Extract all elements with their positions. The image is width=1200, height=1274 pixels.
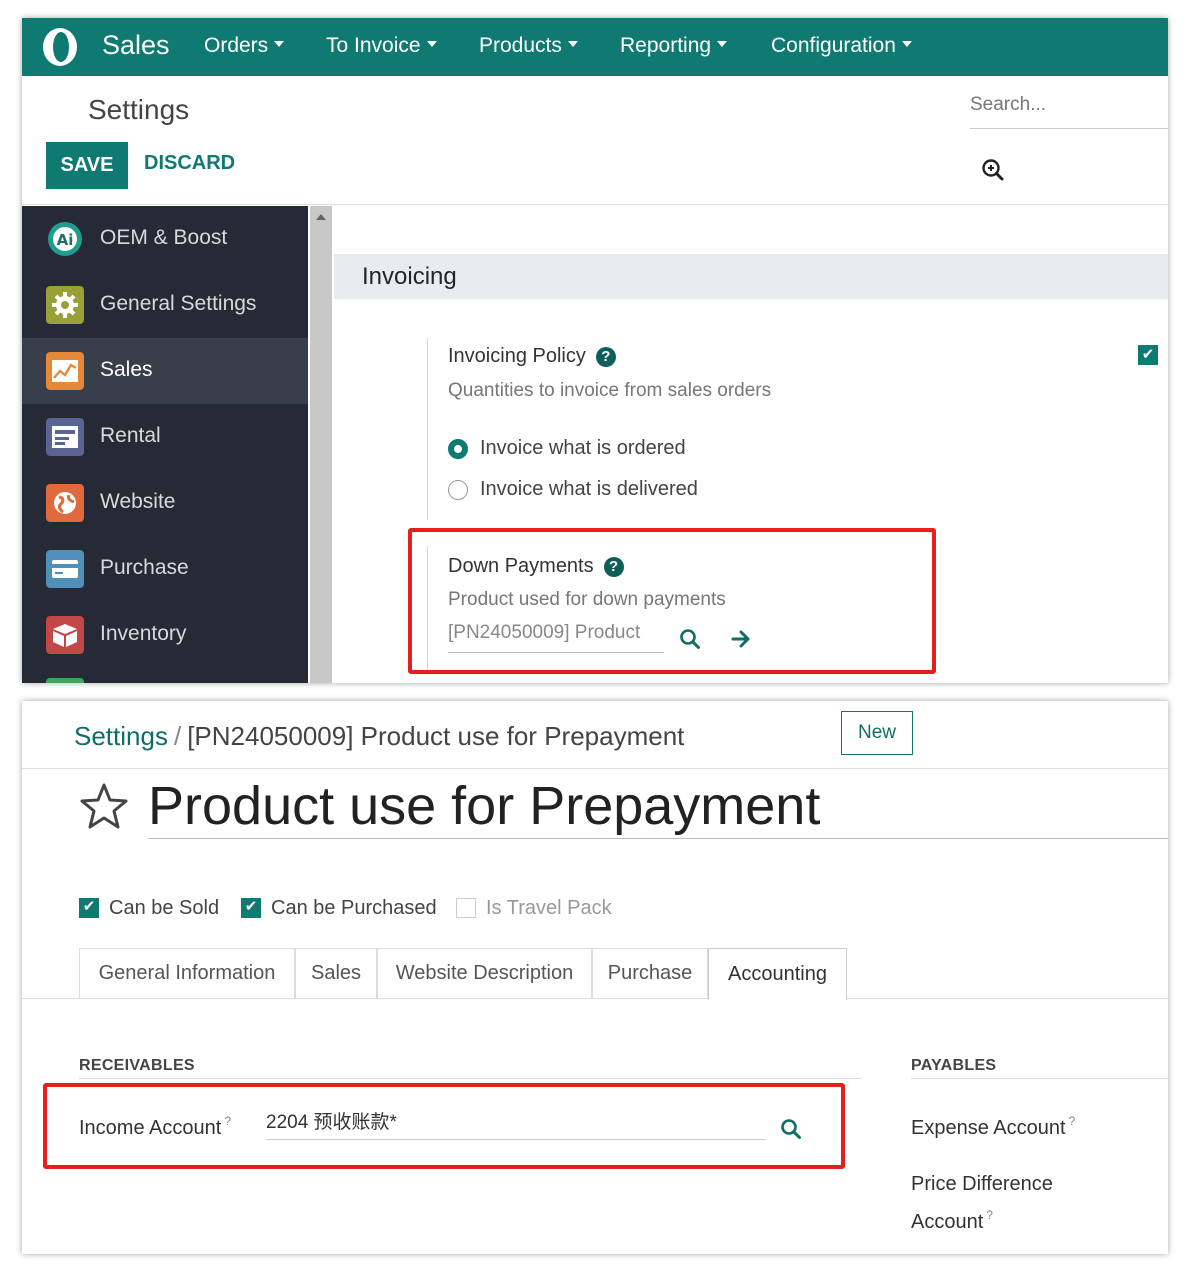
payables-group-line xyxy=(911,1078,1168,1079)
tab-purchase[interactable]: Purchase xyxy=(592,948,708,998)
product-form-panel: Settings / [PN24050009] Product use for Pr… xyxy=(22,701,1168,1254)
is-travel-pack-checkbox[interactable] xyxy=(456,898,476,918)
product-name-underline xyxy=(148,838,1168,839)
settings-sidebar: Ai OEM & Boost General Settings Sales Re… xyxy=(22,206,308,683)
expense-account-label: Expense Account? xyxy=(911,1106,1075,1144)
sidebar-next-item-peek xyxy=(46,678,84,683)
payables-group-title: PAYABLES xyxy=(911,1057,997,1074)
can-be-purchased-checkbox[interactable]: ✔ xyxy=(241,898,261,918)
menu-configuration[interactable]: Configuration xyxy=(771,34,912,58)
price-difference-account-label: Price Difference Account? xyxy=(911,1169,1053,1238)
sidebar-item-label: Website xyxy=(100,490,176,513)
control-panel-divider xyxy=(22,204,1168,205)
receivables-group-line xyxy=(79,1078,861,1079)
invoicing-policy-description: Quantities to invoice from sales orders xyxy=(448,380,772,401)
sidebar-item-inventory[interactable]: Inventory xyxy=(22,602,308,668)
caret-down-icon xyxy=(717,41,728,48)
sidebar-item-sales[interactable]: Sales xyxy=(22,338,308,404)
highlight-box-income-account xyxy=(43,1083,845,1169)
tab-accounting[interactable]: Accounting xyxy=(708,948,847,1000)
credit-card-icon xyxy=(46,550,84,588)
sidebar-item-label: OEM & Boost xyxy=(100,226,228,249)
app-logo-icon[interactable] xyxy=(40,27,80,67)
can-be-sold-checkbox[interactable]: ✔ xyxy=(79,898,99,918)
help-mark[interactable]: ? xyxy=(986,1208,993,1222)
setting-divider xyxy=(427,338,428,520)
star-favorite-icon[interactable] xyxy=(78,781,130,833)
breadcrumb-separator: / xyxy=(173,721,182,751)
sidebar-item-label: General Settings xyxy=(100,292,257,315)
ai-badge-icon: Ai xyxy=(48,222,82,256)
invoicing-policy-label: Invoicing Policy xyxy=(448,345,586,367)
sidebar-item-website[interactable]: Website xyxy=(22,470,308,536)
tab-sales[interactable]: Sales xyxy=(295,948,377,998)
tab-bar-line xyxy=(22,998,1168,999)
sidebar-item-rental[interactable]: Rental xyxy=(22,404,308,470)
can-be-sold-label[interactable]: Can be Sold xyxy=(109,897,219,920)
box-icon xyxy=(46,616,84,654)
search-input[interactable]: Search... xyxy=(970,92,1168,129)
help-icon[interactable]: ? xyxy=(595,347,616,367)
invoicing-section-header: Invoicing xyxy=(334,254,1168,299)
sidebar-scrollbar[interactable] xyxy=(310,206,332,683)
sidebar-item-oem-boost[interactable]: Ai OEM & Boost xyxy=(22,206,308,272)
breadcrumb-current: [PN24050009] Product use for Prepayment xyxy=(187,721,685,751)
sidebar-item-label: Rental xyxy=(100,424,161,447)
gear-icon xyxy=(46,286,84,324)
scroll-up-arrow-icon[interactable] xyxy=(316,214,326,220)
rental-icon xyxy=(46,418,84,456)
tab-general-information[interactable]: General Information xyxy=(79,948,295,998)
help-mark[interactable]: ? xyxy=(1069,1114,1076,1128)
discard-button[interactable]: DISCARD xyxy=(144,152,235,175)
caret-down-icon xyxy=(567,41,578,48)
caret-down-icon xyxy=(274,41,285,48)
sales-chart-icon xyxy=(46,352,84,390)
caret-down-icon xyxy=(426,41,437,48)
menu-to-invoice-label: To Invoice xyxy=(326,34,421,57)
section-title: Invoicing xyxy=(362,263,457,290)
menu-products[interactable]: Products xyxy=(479,34,578,58)
save-button[interactable]: SAVE xyxy=(46,142,128,189)
menu-reporting[interactable]: Reporting xyxy=(620,34,728,58)
breadcrumb-divider xyxy=(22,768,1168,769)
price-difference-label-line1: Price Difference xyxy=(911,1173,1053,1195)
menu-configuration-label: Configuration xyxy=(771,34,896,57)
menu-orders[interactable]: Orders xyxy=(204,34,285,58)
sidebar-item-label: Sales xyxy=(100,358,153,381)
menu-products-label: Products xyxy=(479,34,562,57)
is-travel-pack-label[interactable]: Is Travel Pack xyxy=(486,897,612,920)
top-navbar: Sales Orders To Invoice Products Reporti… xyxy=(22,18,1168,76)
product-name-field[interactable]: Product use for Prepayment xyxy=(148,775,820,837)
breadcrumb: Settings / [PN24050009] Product use for Pr… xyxy=(74,721,684,752)
caret-down-icon xyxy=(901,41,912,48)
globe-icon xyxy=(46,484,84,522)
can-be-purchased-label[interactable]: Can be Purchased xyxy=(271,897,437,920)
svg-text:Ai: Ai xyxy=(57,231,74,249)
highlight-box-down-payments xyxy=(408,528,936,674)
search-zoom-icon[interactable] xyxy=(980,157,1006,183)
radio-invoice-ordered-label[interactable]: Invoice what is ordered xyxy=(480,437,686,460)
receivables-group-title: RECEIVABLES xyxy=(79,1057,195,1074)
sidebar-item-label: Inventory xyxy=(100,622,187,645)
settings-panel: Sales Orders To Invoice Products Reporti… xyxy=(22,18,1168,683)
sidebar-item-general-settings[interactable]: General Settings xyxy=(22,272,308,338)
sidebar-item-purchase[interactable]: Purchase xyxy=(22,536,308,602)
page-title: Settings xyxy=(88,94,190,125)
setting-checkbox[interactable]: ✔ xyxy=(1138,345,1158,365)
tab-website-description[interactable]: Website Description xyxy=(377,948,592,998)
app-name[interactable]: Sales xyxy=(102,30,170,61)
menu-to-invoice[interactable]: To Invoice xyxy=(326,34,437,58)
radio-invoice-delivered[interactable] xyxy=(448,480,468,500)
breadcrumb-settings-link[interactable]: Settings xyxy=(74,721,168,751)
invoicing-policy-title: Invoicing Policy? xyxy=(448,345,616,368)
radio-invoice-delivered-label[interactable]: Invoice what is delivered xyxy=(480,478,698,501)
expense-account-label-text: Expense Account xyxy=(911,1117,1066,1139)
radio-invoice-ordered[interactable] xyxy=(448,439,468,459)
sidebar-item-label: Purchase xyxy=(100,556,189,579)
menu-orders-label: Orders xyxy=(204,34,269,57)
price-difference-label-line2: Account xyxy=(911,1211,984,1233)
menu-reporting-label: Reporting xyxy=(620,34,712,57)
new-button[interactable]: New xyxy=(841,711,913,755)
